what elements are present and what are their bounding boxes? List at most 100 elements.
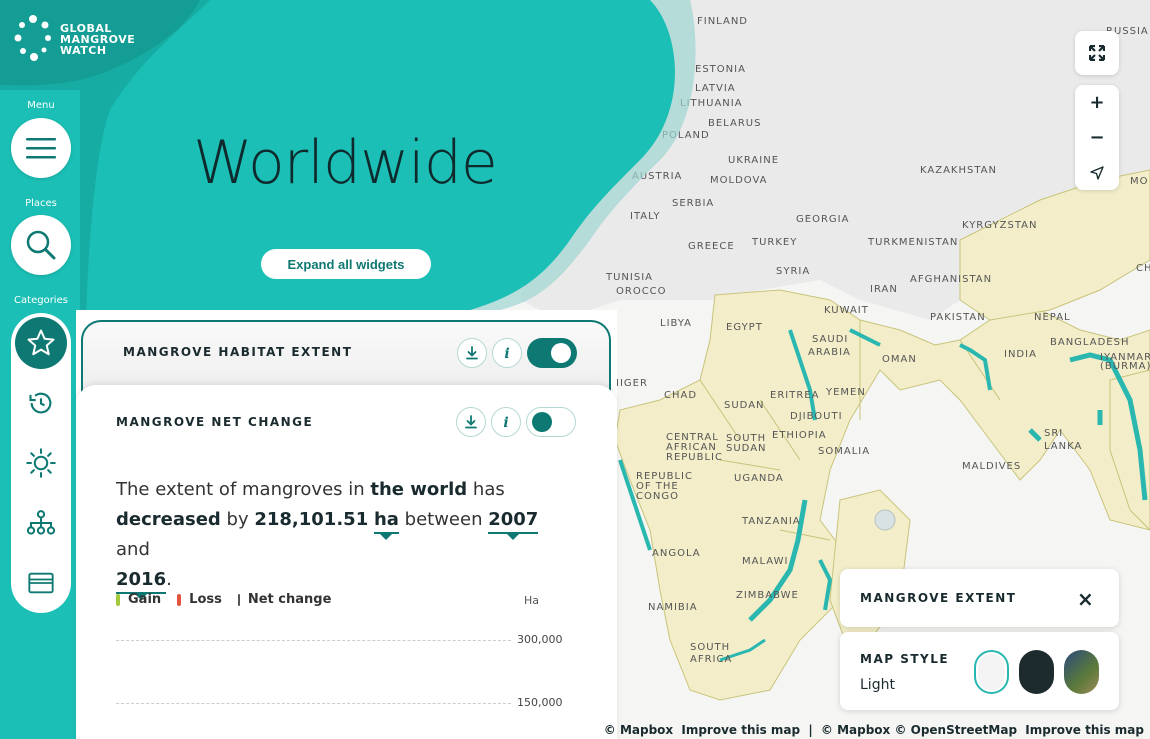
- map-country-label: SAUDI: [812, 334, 849, 345]
- legend-label: Loss: [189, 592, 222, 607]
- category-ecosystem-button[interactable]: [26, 508, 56, 538]
- start-year-dropdown[interactable]: 2007: [488, 508, 539, 540]
- summary-place: the world: [370, 479, 468, 500]
- sun-icon: [26, 448, 56, 478]
- map-country-label: SUDAN: [724, 400, 765, 411]
- map-attribution: © Mapbox Improve this map | © Mapbox © O…: [600, 723, 1144, 737]
- map-country-label: AFRICA: [690, 654, 733, 665]
- legend-label: Net change: [247, 592, 332, 607]
- category-climate-button[interactable]: [26, 448, 56, 478]
- places-search-button[interactable]: [11, 215, 71, 275]
- map-country-label: GEORGIA: [796, 214, 850, 225]
- widget-net-change: MANGROVE NET CHANGE i The extent of mang…: [76, 385, 617, 739]
- map-country-label: TURKEY: [752, 237, 798, 248]
- places-label: Places: [25, 198, 57, 209]
- osm-attribution-link[interactable]: © Mapbox © OpenStreetMap: [821, 723, 1017, 737]
- legend-label: Gain: [128, 592, 162, 607]
- map-country-label: CONGO: [636, 491, 679, 502]
- layer-toggle[interactable]: [526, 407, 576, 437]
- map-country-label: INDIA: [1004, 349, 1037, 360]
- map-country-label: KUWAIT: [824, 305, 869, 316]
- close-icon[interactable]: ×: [1077, 587, 1094, 611]
- fullscreen-control: [1075, 31, 1119, 75]
- chart-legend: Gain Loss Net change: [116, 592, 331, 607]
- legend-loss: Loss: [177, 592, 222, 607]
- map-country-label: PAKISTAN: [930, 312, 986, 323]
- locate-button[interactable]: [1075, 155, 1119, 190]
- layer-toggle[interactable]: [527, 338, 577, 368]
- attribution-separator: |: [808, 723, 813, 737]
- improve-map-link[interactable]: Improve this map: [1025, 723, 1144, 737]
- map-country-label: SRI: [1044, 428, 1064, 439]
- zoom-in-button[interactable]: +: [1075, 85, 1119, 120]
- map-country-label: ERITREA: [770, 390, 820, 401]
- map-country-label: NAMIBIA: [648, 602, 698, 613]
- logo[interactable]: GLOBAL MANGROVE WATCH: [14, 14, 140, 64]
- map-style-selected: Light: [860, 677, 895, 693]
- map-country-label: KYRGYZSTAN: [962, 220, 1038, 231]
- fullscreen-button[interactable]: [1075, 31, 1119, 75]
- end-year-dropdown[interactable]: 2016: [116, 568, 167, 600]
- download-button[interactable]: [457, 338, 487, 368]
- toggle-knob: [532, 412, 552, 432]
- card-icon: [28, 572, 54, 594]
- map-country-label: BANGLADESH: [1050, 337, 1130, 348]
- map-country-label: ETHIOPIA: [772, 430, 827, 441]
- download-button[interactable]: [456, 407, 486, 437]
- map-style-card: MAP STYLE Light: [840, 632, 1119, 710]
- page-title: Worldwide: [193, 128, 498, 198]
- chart-gridline: [116, 640, 511, 641]
- map-country-label: TANZANIA: [742, 516, 801, 527]
- map-country-label: ZIMBABWE: [736, 590, 799, 601]
- history-icon: [29, 392, 52, 414]
- unit-dropdown[interactable]: ha: [373, 508, 399, 540]
- locate-icon: [1090, 165, 1104, 180]
- info-button[interactable]: i: [492, 338, 522, 368]
- gain-swatch: [116, 593, 120, 606]
- fullscreen-icon: [1089, 45, 1105, 61]
- map-country-label: TURKMENISTAN: [868, 237, 959, 248]
- summary-text: The extent of mangroves in: [116, 479, 371, 500]
- star-icon: [27, 329, 55, 356]
- map-style-satellite[interactable]: [1064, 650, 1099, 694]
- zoom-controls: + −: [1075, 85, 1119, 190]
- menu-button[interactable]: [11, 118, 71, 178]
- legend-gain: Gain: [116, 592, 161, 607]
- category-restoration-button[interactable]: [26, 388, 56, 418]
- map-country-label: (BURMA): [1100, 361, 1150, 372]
- net-swatch: [237, 593, 240, 606]
- map-country-label: NEPAL: [1034, 312, 1071, 323]
- map-style-dark[interactable]: [1019, 650, 1054, 694]
- map-country-label: SOUTH: [690, 642, 731, 653]
- map-style-light[interactable]: [974, 650, 1009, 694]
- sidebar: GLOBAL MANGROVE WATCH Menu Places Catego…: [0, 0, 135, 739]
- map-country-label: EGYPT: [726, 322, 763, 333]
- improve-map-link[interactable]: Improve this map: [681, 723, 800, 737]
- y-tick-label: 300,000: [517, 633, 563, 646]
- summary-text: .: [166, 569, 172, 590]
- logo-text: GLOBAL MANGROVE WATCH: [60, 21, 136, 57]
- map-country-label: SOMALIA: [818, 446, 871, 457]
- map-country-label: LANKA: [1044, 441, 1083, 452]
- category-layers-button[interactable]: [26, 568, 56, 598]
- layer-legend-card: MANGROVE EXTENT ×: [840, 569, 1119, 627]
- info-button[interactable]: i: [491, 407, 521, 437]
- map-country-label: AFGHANISTAN: [910, 274, 993, 285]
- expand-all-widgets-button[interactable]: Expand all widgets: [261, 249, 431, 279]
- info-icon: i: [504, 346, 509, 361]
- map-country-label: REPUBLIC: [666, 452, 723, 463]
- map-country-label: UGANDA: [734, 473, 784, 484]
- chart-gridline: [116, 703, 511, 704]
- category-highlighted-button[interactable]: [15, 317, 67, 369]
- svg-text:i: i: [503, 415, 508, 430]
- map-country-label: ANGOLA: [652, 548, 701, 559]
- download-icon: [466, 346, 478, 360]
- hierarchy-icon: [26, 510, 56, 535]
- map-country-label: KAZAKHSTAN: [920, 165, 997, 176]
- map-style-title: MAP STYLE: [860, 652, 950, 666]
- mapbox-link[interactable]: © Mapbox: [604, 723, 673, 737]
- summary-text: by: [220, 509, 255, 530]
- svg-text:i: i: [504, 346, 509, 361]
- zoom-out-button[interactable]: −: [1075, 120, 1119, 155]
- logo-icon: [14, 15, 51, 61]
